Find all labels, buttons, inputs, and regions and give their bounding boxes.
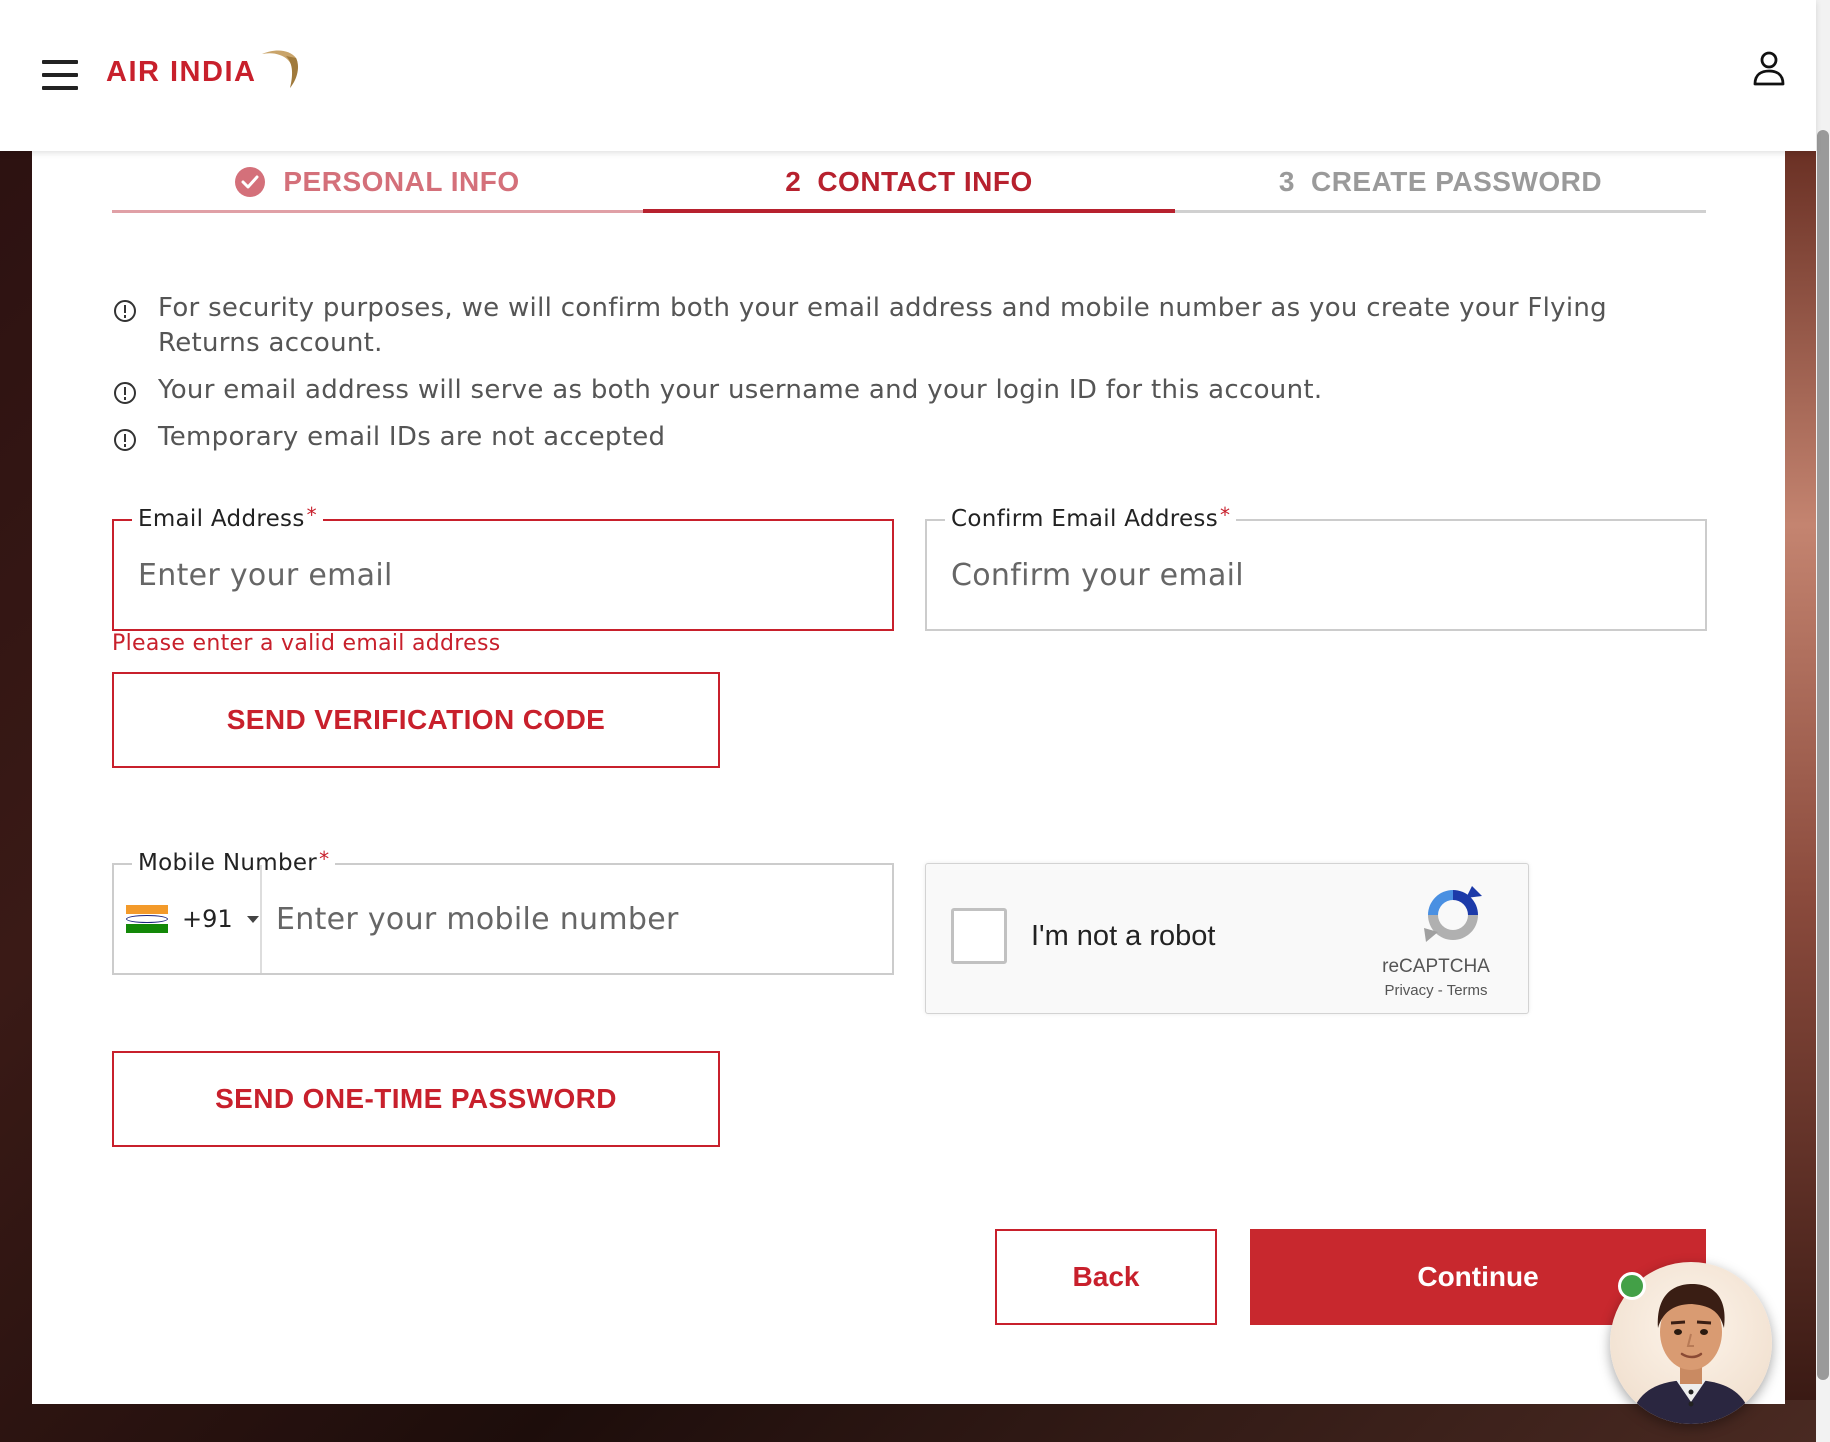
recaptcha-label: I'm not a robot	[1031, 920, 1216, 952]
email-error-message: Please enter a valid email address	[112, 631, 501, 656]
india-flag-icon	[126, 905, 168, 933]
email-input[interactable]	[114, 521, 892, 629]
terms-link[interactable]: Terms	[1447, 982, 1488, 999]
recaptcha-checkbox[interactable]	[951, 908, 1007, 964]
recaptcha-widget: I'm not a robot reCAPTCHA Privacy - Term…	[925, 863, 1529, 1014]
step-indicator: PERSONAL INFO 2 CONTACT INFO 3 CREATE PA…	[112, 151, 1706, 213]
recaptcha-brand: reCAPTCHA	[1382, 956, 1490, 977]
registration-card: PERSONAL INFO 2 CONTACT INFO 3 CREATE PA…	[32, 151, 1785, 1404]
country-code-select[interactable]: +91	[114, 865, 262, 973]
exclamation-circle-icon	[114, 429, 136, 451]
step-create-password[interactable]: 3 CREATE PASSWORD	[1175, 151, 1706, 213]
step-number: 2	[785, 166, 802, 197]
exclamation-circle-icon	[114, 382, 136, 404]
scrollbar[interactable]	[1816, 0, 1830, 1442]
recaptcha-logo-icon	[1424, 886, 1482, 942]
step-number: 3	[1278, 166, 1295, 197]
info-text: For security purposes, we will confirm b…	[158, 293, 1607, 358]
info-notes: For security purposes, we will confirm b…	[112, 291, 1672, 467]
back-button[interactable]: Back	[995, 1229, 1217, 1325]
info-text: Your email address will serve as both yo…	[158, 375, 1323, 405]
air-india-logo[interactable]: AIR INDIA	[106, 42, 298, 102]
confirm-email-field: Confirm Email Address *	[925, 503, 1707, 631]
send-verification-code-button[interactable]: SEND VERIFICATION CODE	[112, 672, 720, 768]
info-item: Temporary email IDs are not accepted	[112, 420, 1672, 455]
caret-down-icon	[246, 915, 259, 923]
mobile-field: Mobile Number * +91	[112, 847, 894, 975]
email-field: Email Address *	[112, 503, 894, 631]
info-text: Temporary email IDs are not accepted	[158, 422, 666, 452]
country-code: +91	[182, 905, 233, 933]
check-circle-icon	[235, 167, 266, 197]
hamburger-menu-icon[interactable]	[42, 60, 78, 90]
logo-swoosh-icon	[262, 50, 298, 88]
info-item: For security purposes, we will confirm b…	[112, 291, 1672, 361]
user-icon[interactable]	[1752, 50, 1786, 86]
confirm-email-input[interactable]	[927, 521, 1705, 629]
logo-text: AIR INDIA	[106, 55, 257, 88]
send-one-time-password-button[interactable]: SEND ONE-TIME PASSWORD	[112, 1051, 720, 1147]
step-label: PERSONAL INFO	[283, 166, 520, 197]
site-header: AIR INDIA	[0, 0, 1816, 151]
scrollbar-thumb[interactable]	[1817, 130, 1829, 1380]
mobile-input[interactable]	[262, 865, 892, 973]
step-contact-info[interactable]: 2 CONTACT INFO	[643, 151, 1175, 213]
exclamation-circle-icon	[114, 300, 136, 322]
recaptcha-links: Privacy - Terms	[1366, 982, 1506, 999]
link-separator: -	[1433, 982, 1447, 999]
step-label: CONTACT INFO	[817, 166, 1033, 197]
step-personal-info[interactable]: PERSONAL INFO	[112, 151, 643, 213]
info-item: Your email address will serve as both yo…	[112, 373, 1672, 408]
privacy-link[interactable]: Privacy	[1384, 982, 1433, 999]
step-label: CREATE PASSWORD	[1310, 166, 1603, 197]
online-status-indicator	[1618, 1272, 1646, 1300]
